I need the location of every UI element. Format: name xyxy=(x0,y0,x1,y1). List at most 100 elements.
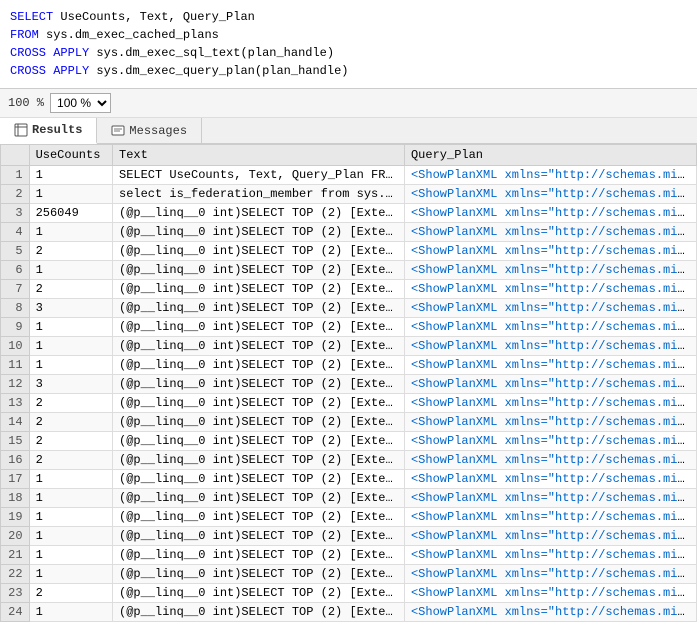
cell-queryplan[interactable]: <ShowPlanXML xmlns="http://schemas.micro… xyxy=(404,546,696,565)
cell-usecounts: 1 xyxy=(29,261,112,280)
cell-text: (@p__linq__0 int)SELECT TOP (2) [Extent1… xyxy=(113,527,405,546)
table-row: 241(@p__linq__0 int)SELECT TOP (2) [Exte… xyxy=(1,603,697,622)
cell-queryplan[interactable]: <ShowPlanXML xmlns="http://schemas.micro… xyxy=(404,185,696,204)
code-line-4: CROSS APPLY sys.dm_exec_query_plan(plan_… xyxy=(10,62,687,80)
code-line-3: CROSS APPLY sys.dm_exec_sql_text(plan_ha… xyxy=(10,44,687,62)
cell-usecounts: 2 xyxy=(29,413,112,432)
table-row: 72(@p__linq__0 int)SELECT TOP (2) [Exten… xyxy=(1,280,697,299)
query-plan-link[interactable]: <ShowPlanXML xmlns="http://schemas.micro… xyxy=(411,605,697,619)
cell-queryplan[interactable]: <ShowPlanXML xmlns="http://schemas.micro… xyxy=(404,413,696,432)
table-row: 61(@p__linq__0 int)SELECT TOP (2) [Exten… xyxy=(1,261,697,280)
tab-results[interactable]: Results xyxy=(0,118,97,144)
cell-queryplan[interactable]: <ShowPlanXML xmlns="http://schemas.micro… xyxy=(404,166,696,185)
cell-text: (@p__linq__0 int)SELECT TOP (2) [Extent1… xyxy=(113,242,405,261)
cell-queryplan[interactable]: <ShowPlanXML xmlns="http://schemas.micro… xyxy=(404,603,696,622)
cell-usecounts: 1 xyxy=(29,546,112,565)
cell-queryplan[interactable]: <ShowPlanXML xmlns="http://schemas.micro… xyxy=(404,337,696,356)
query-plan-link[interactable]: <ShowPlanXML xmlns="http://schemas.micro… xyxy=(411,548,697,562)
cell-queryplan[interactable]: <ShowPlanXML xmlns="http://schemas.micro… xyxy=(404,432,696,451)
query-plan-link[interactable]: <ShowPlanXML xmlns="http://schemas.micro… xyxy=(411,377,697,391)
cell-queryplan[interactable]: <ShowPlanXML xmlns="http://schemas.micro… xyxy=(404,261,696,280)
query-plan-link[interactable]: <ShowPlanXML xmlns="http://schemas.micro… xyxy=(411,168,697,182)
cell-usecounts: 1 xyxy=(29,489,112,508)
query-plan-link[interactable]: <ShowPlanXML xmlns="http://schemas.micro… xyxy=(411,301,697,315)
cell-usecounts: 2 xyxy=(29,242,112,261)
cell-text: (@p__linq__0 int)SELECT TOP (2) [Extent1… xyxy=(113,261,405,280)
cell-text: (@p__linq__0 int)SELECT TOP (2) [Extent1… xyxy=(113,413,405,432)
cell-usecounts: 1 xyxy=(29,527,112,546)
cell-queryplan[interactable]: <ShowPlanXML xmlns="http://schemas.micro… xyxy=(404,204,696,223)
query-plan-link[interactable]: <ShowPlanXML xmlns="http://schemas.micro… xyxy=(411,567,697,581)
cell-text: (@p__linq__0 int)SELECT TOP (2) [Extent1… xyxy=(113,337,405,356)
cell-queryplan[interactable]: <ShowPlanXML xmlns="http://schemas.micro… xyxy=(404,565,696,584)
table-row: 21select is_federation_member from sys.d… xyxy=(1,185,697,204)
zoom-select[interactable]: 100 % 75 % 125 % 150 % xyxy=(50,93,111,113)
cell-usecounts: 3 xyxy=(29,375,112,394)
cell-text: (@p__linq__0 int)SELECT TOP (2) [Extent1… xyxy=(113,223,405,242)
table-row: 132(@p__linq__0 int)SELECT TOP (2) [Exte… xyxy=(1,394,697,413)
cell-text: (@p__linq__0 int)SELECT TOP (2) [Extent1… xyxy=(113,299,405,318)
table-row: 91(@p__linq__0 int)SELECT TOP (2) [Exten… xyxy=(1,318,697,337)
query-plan-link[interactable]: <ShowPlanXML xmlns="http://schemas.micro… xyxy=(411,206,697,220)
query-plan-link[interactable]: <ShowPlanXML xmlns="http://schemas.micro… xyxy=(411,263,697,277)
cell-text: (@p__linq__0 int)SELECT TOP (2) [Extent1… xyxy=(113,204,405,223)
cell-text: (@p__linq__0 int)SELECT TOP (2) [Extent1… xyxy=(113,508,405,527)
col-header-text: Text xyxy=(113,145,405,166)
query-plan-link[interactable]: <ShowPlanXML xmlns="http://schemas.micro… xyxy=(411,225,697,239)
cell-usecounts: 1 xyxy=(29,166,112,185)
query-plan-link[interactable]: <ShowPlanXML xmlns="http://schemas.micro… xyxy=(411,586,697,600)
table-row: 221(@p__linq__0 int)SELECT TOP (2) [Exte… xyxy=(1,565,697,584)
cell-queryplan[interactable]: <ShowPlanXML xmlns="http://schemas.micro… xyxy=(404,451,696,470)
query-plan-link[interactable]: <ShowPlanXML xmlns="http://schemas.micro… xyxy=(411,358,697,372)
cell-queryplan[interactable]: <ShowPlanXML xmlns="http://schemas.micro… xyxy=(404,527,696,546)
query-plan-link[interactable]: <ShowPlanXML xmlns="http://schemas.micro… xyxy=(411,510,697,524)
cell-text: (@p__linq__0 int)SELECT TOP (2) [Extent1… xyxy=(113,451,405,470)
cell-usecounts: 2 xyxy=(29,280,112,299)
query-plan-link[interactable]: <ShowPlanXML xmlns="http://schemas.micro… xyxy=(411,244,697,258)
query-plan-link[interactable]: <ShowPlanXML xmlns="http://schemas.micro… xyxy=(411,472,697,486)
cell-text: (@p__linq__0 int)SELECT TOP (2) [Extent1… xyxy=(113,432,405,451)
cell-queryplan[interactable]: <ShowPlanXML xmlns="http://schemas.micro… xyxy=(404,584,696,603)
row-number: 10 xyxy=(1,337,30,356)
cell-queryplan[interactable]: <ShowPlanXML xmlns="http://schemas.micro… xyxy=(404,356,696,375)
cell-queryplan[interactable]: <ShowPlanXML xmlns="http://schemas.micro… xyxy=(404,242,696,261)
query-plan-link[interactable]: <ShowPlanXML xmlns="http://schemas.micro… xyxy=(411,529,697,543)
tab-messages[interactable]: Messages xyxy=(97,118,202,143)
query-plan-link[interactable]: <ShowPlanXML xmlns="http://schemas.micro… xyxy=(411,187,697,201)
query-plan-link[interactable]: <ShowPlanXML xmlns="http://schemas.micro… xyxy=(411,396,697,410)
cell-queryplan[interactable]: <ShowPlanXML xmlns="http://schemas.micro… xyxy=(404,394,696,413)
cell-usecounts: 1 xyxy=(29,356,112,375)
table-row: 111(@p__linq__0 int)SELECT TOP (2) [Exte… xyxy=(1,356,697,375)
results-table-wrapper[interactable]: UseCounts Text Query_Plan 11SELECT UseCo… xyxy=(0,144,697,634)
tab-results-label: Results xyxy=(32,123,82,137)
table-row: 41(@p__linq__0 int)SELECT TOP (2) [Exten… xyxy=(1,223,697,242)
query-plan-link[interactable]: <ShowPlanXML xmlns="http://schemas.micro… xyxy=(411,491,697,505)
query-plan-link[interactable]: <ShowPlanXML xmlns="http://schemas.micro… xyxy=(411,320,697,334)
row-number: 17 xyxy=(1,470,30,489)
cell-queryplan[interactable]: <ShowPlanXML xmlns="http://schemas.micro… xyxy=(404,508,696,527)
query-plan-link[interactable]: <ShowPlanXML xmlns="http://schemas.micro… xyxy=(411,434,697,448)
query-plan-link[interactable]: <ShowPlanXML xmlns="http://schemas.micro… xyxy=(411,453,697,467)
row-number: 24 xyxy=(1,603,30,622)
row-number: 6 xyxy=(1,261,30,280)
cell-usecounts: 1 xyxy=(29,508,112,527)
cell-text: (@p__linq__0 int)SELECT TOP (2) [Extent1… xyxy=(113,546,405,565)
query-plan-link[interactable]: <ShowPlanXML xmlns="http://schemas.micro… xyxy=(411,415,697,429)
cell-queryplan[interactable]: <ShowPlanXML xmlns="http://schemas.micro… xyxy=(404,470,696,489)
cell-queryplan[interactable]: <ShowPlanXML xmlns="http://schemas.micro… xyxy=(404,489,696,508)
table-row: 191(@p__linq__0 int)SELECT TOP (2) [Exte… xyxy=(1,508,697,527)
table-row: 83(@p__linq__0 int)SELECT TOP (2) [Exten… xyxy=(1,299,697,318)
keyword-cross-2: CROSS xyxy=(10,62,46,80)
query-plan-link[interactable]: <ShowPlanXML xmlns="http://schemas.micro… xyxy=(411,282,697,296)
cell-queryplan[interactable]: <ShowPlanXML xmlns="http://schemas.micro… xyxy=(404,375,696,394)
cell-queryplan[interactable]: <ShowPlanXML xmlns="http://schemas.micro… xyxy=(404,280,696,299)
query-plan-link[interactable]: <ShowPlanXML xmlns="http://schemas.micro… xyxy=(411,339,697,353)
messages-icon xyxy=(111,124,125,138)
cell-queryplan[interactable]: <ShowPlanXML xmlns="http://schemas.micro… xyxy=(404,318,696,337)
table-row: 152(@p__linq__0 int)SELECT TOP (2) [Exte… xyxy=(1,432,697,451)
cell-text: (@p__linq__0 int)SELECT TOP (2) [Extent1… xyxy=(113,489,405,508)
cell-queryplan[interactable]: <ShowPlanXML xmlns="http://schemas.micro… xyxy=(404,299,696,318)
keyword-select: SELECT xyxy=(10,8,53,26)
cell-queryplan[interactable]: <ShowPlanXML xmlns="http://schemas.micro… xyxy=(404,223,696,242)
sql-editor[interactable]: SELECT UseCounts, Text, Query_Plan FROM … xyxy=(0,0,697,89)
